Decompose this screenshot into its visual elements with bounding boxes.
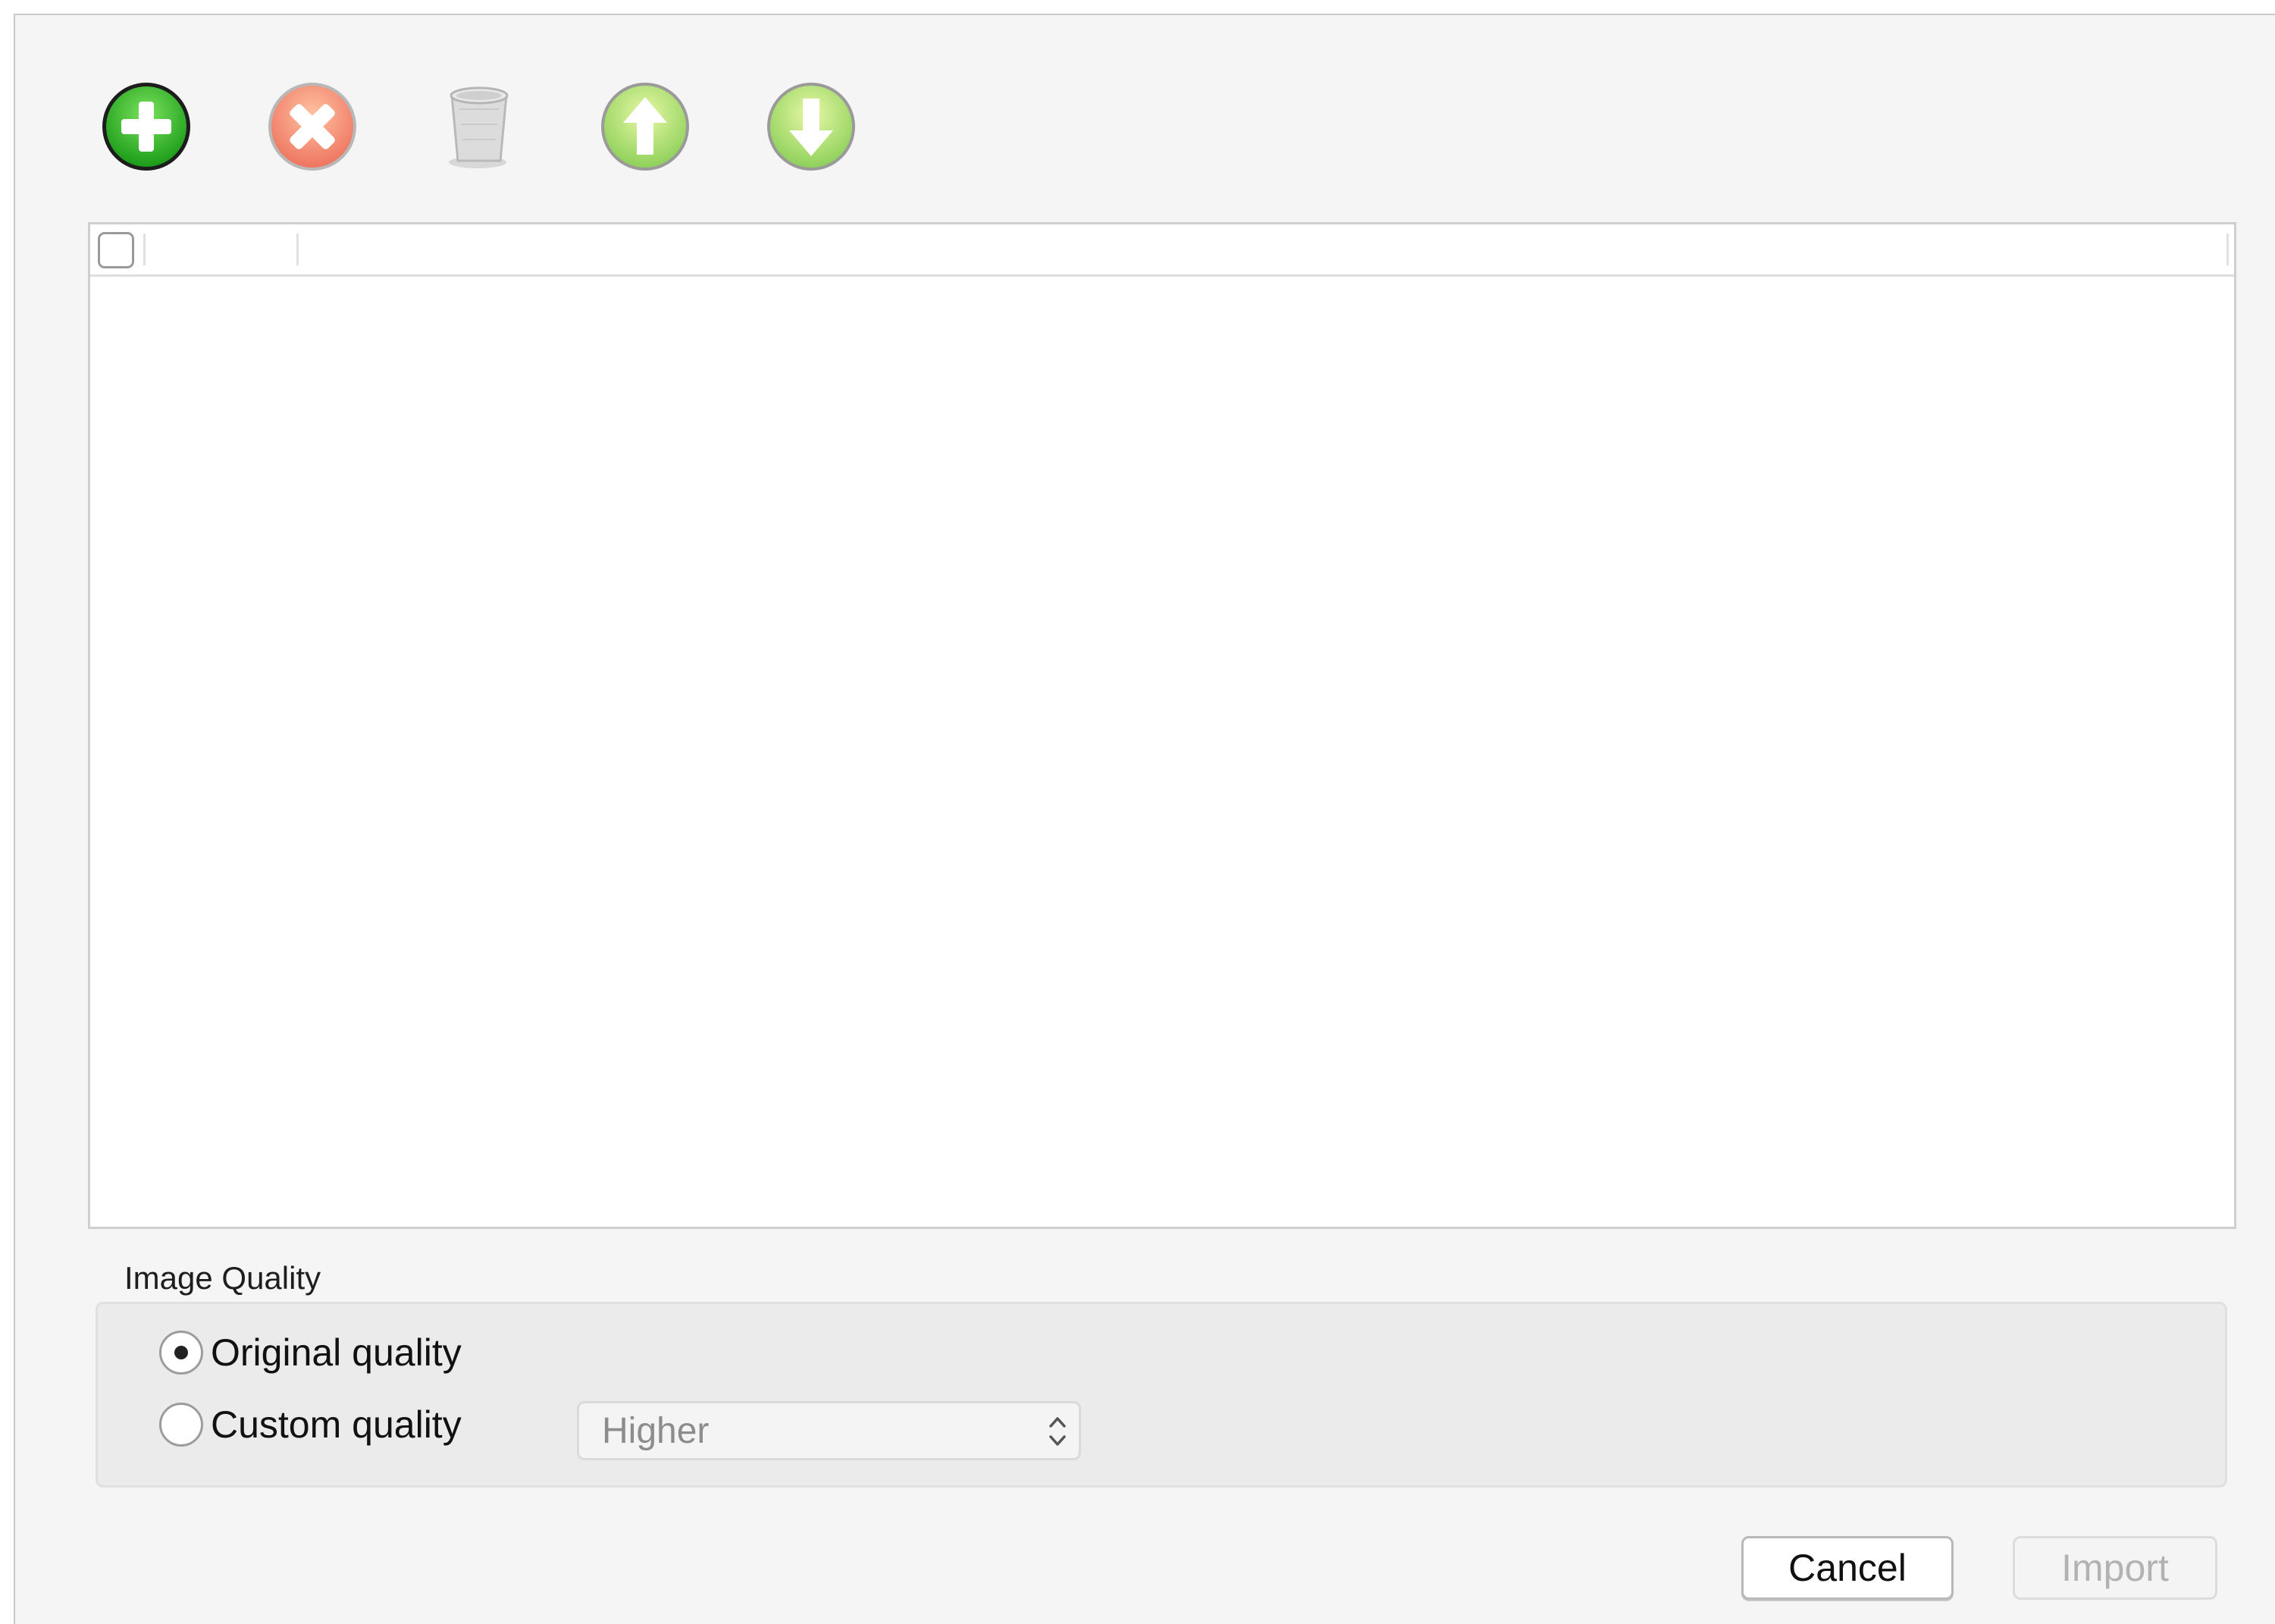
select-all-checkbox[interactable] bbox=[98, 232, 134, 268]
original-quality-option[interactable]: Original quality bbox=[159, 1331, 462, 1375]
cancel-button[interactable]: Cancel bbox=[1741, 1536, 1954, 1600]
original-quality-label: Original quality bbox=[211, 1331, 462, 1374]
add-icon bbox=[102, 83, 190, 171]
image-quality-label: Image Quality bbox=[124, 1260, 321, 1296]
select-value: Higher bbox=[602, 1410, 710, 1451]
remove-button[interactable] bbox=[265, 79, 360, 174]
table-header bbox=[90, 224, 2234, 277]
custom-quality-radio[interactable] bbox=[159, 1403, 203, 1447]
radio-selected-dot bbox=[174, 1346, 188, 1359]
original-quality-radio[interactable] bbox=[159, 1331, 203, 1375]
trash-icon bbox=[449, 86, 509, 168]
trash-button[interactable] bbox=[432, 79, 528, 174]
column-divider[interactable] bbox=[143, 234, 146, 265]
chevron-updown-icon bbox=[1049, 1417, 1066, 1446]
custom-quality-option[interactable]: Custom quality bbox=[159, 1403, 462, 1447]
arrow-down-icon bbox=[767, 83, 855, 171]
custom-quality-label: Custom quality bbox=[211, 1403, 462, 1446]
custom-quality-select[interactable]: Higher bbox=[577, 1401, 1081, 1460]
import-dialog: Image Quality Original quality Custom qu… bbox=[14, 14, 2275, 1624]
file-list-table[interactable] bbox=[88, 222, 2236, 1229]
image-quality-group bbox=[96, 1302, 2227, 1488]
column-divider[interactable] bbox=[296, 234, 299, 265]
add-button[interactable] bbox=[99, 79, 194, 174]
arrow-up-icon bbox=[601, 83, 689, 171]
move-up-button[interactable] bbox=[597, 79, 693, 174]
remove-icon bbox=[268, 83, 356, 171]
move-down-button[interactable] bbox=[763, 79, 859, 174]
column-divider[interactable] bbox=[2226, 234, 2229, 265]
import-button[interactable]: Import bbox=[2013, 1536, 2217, 1600]
